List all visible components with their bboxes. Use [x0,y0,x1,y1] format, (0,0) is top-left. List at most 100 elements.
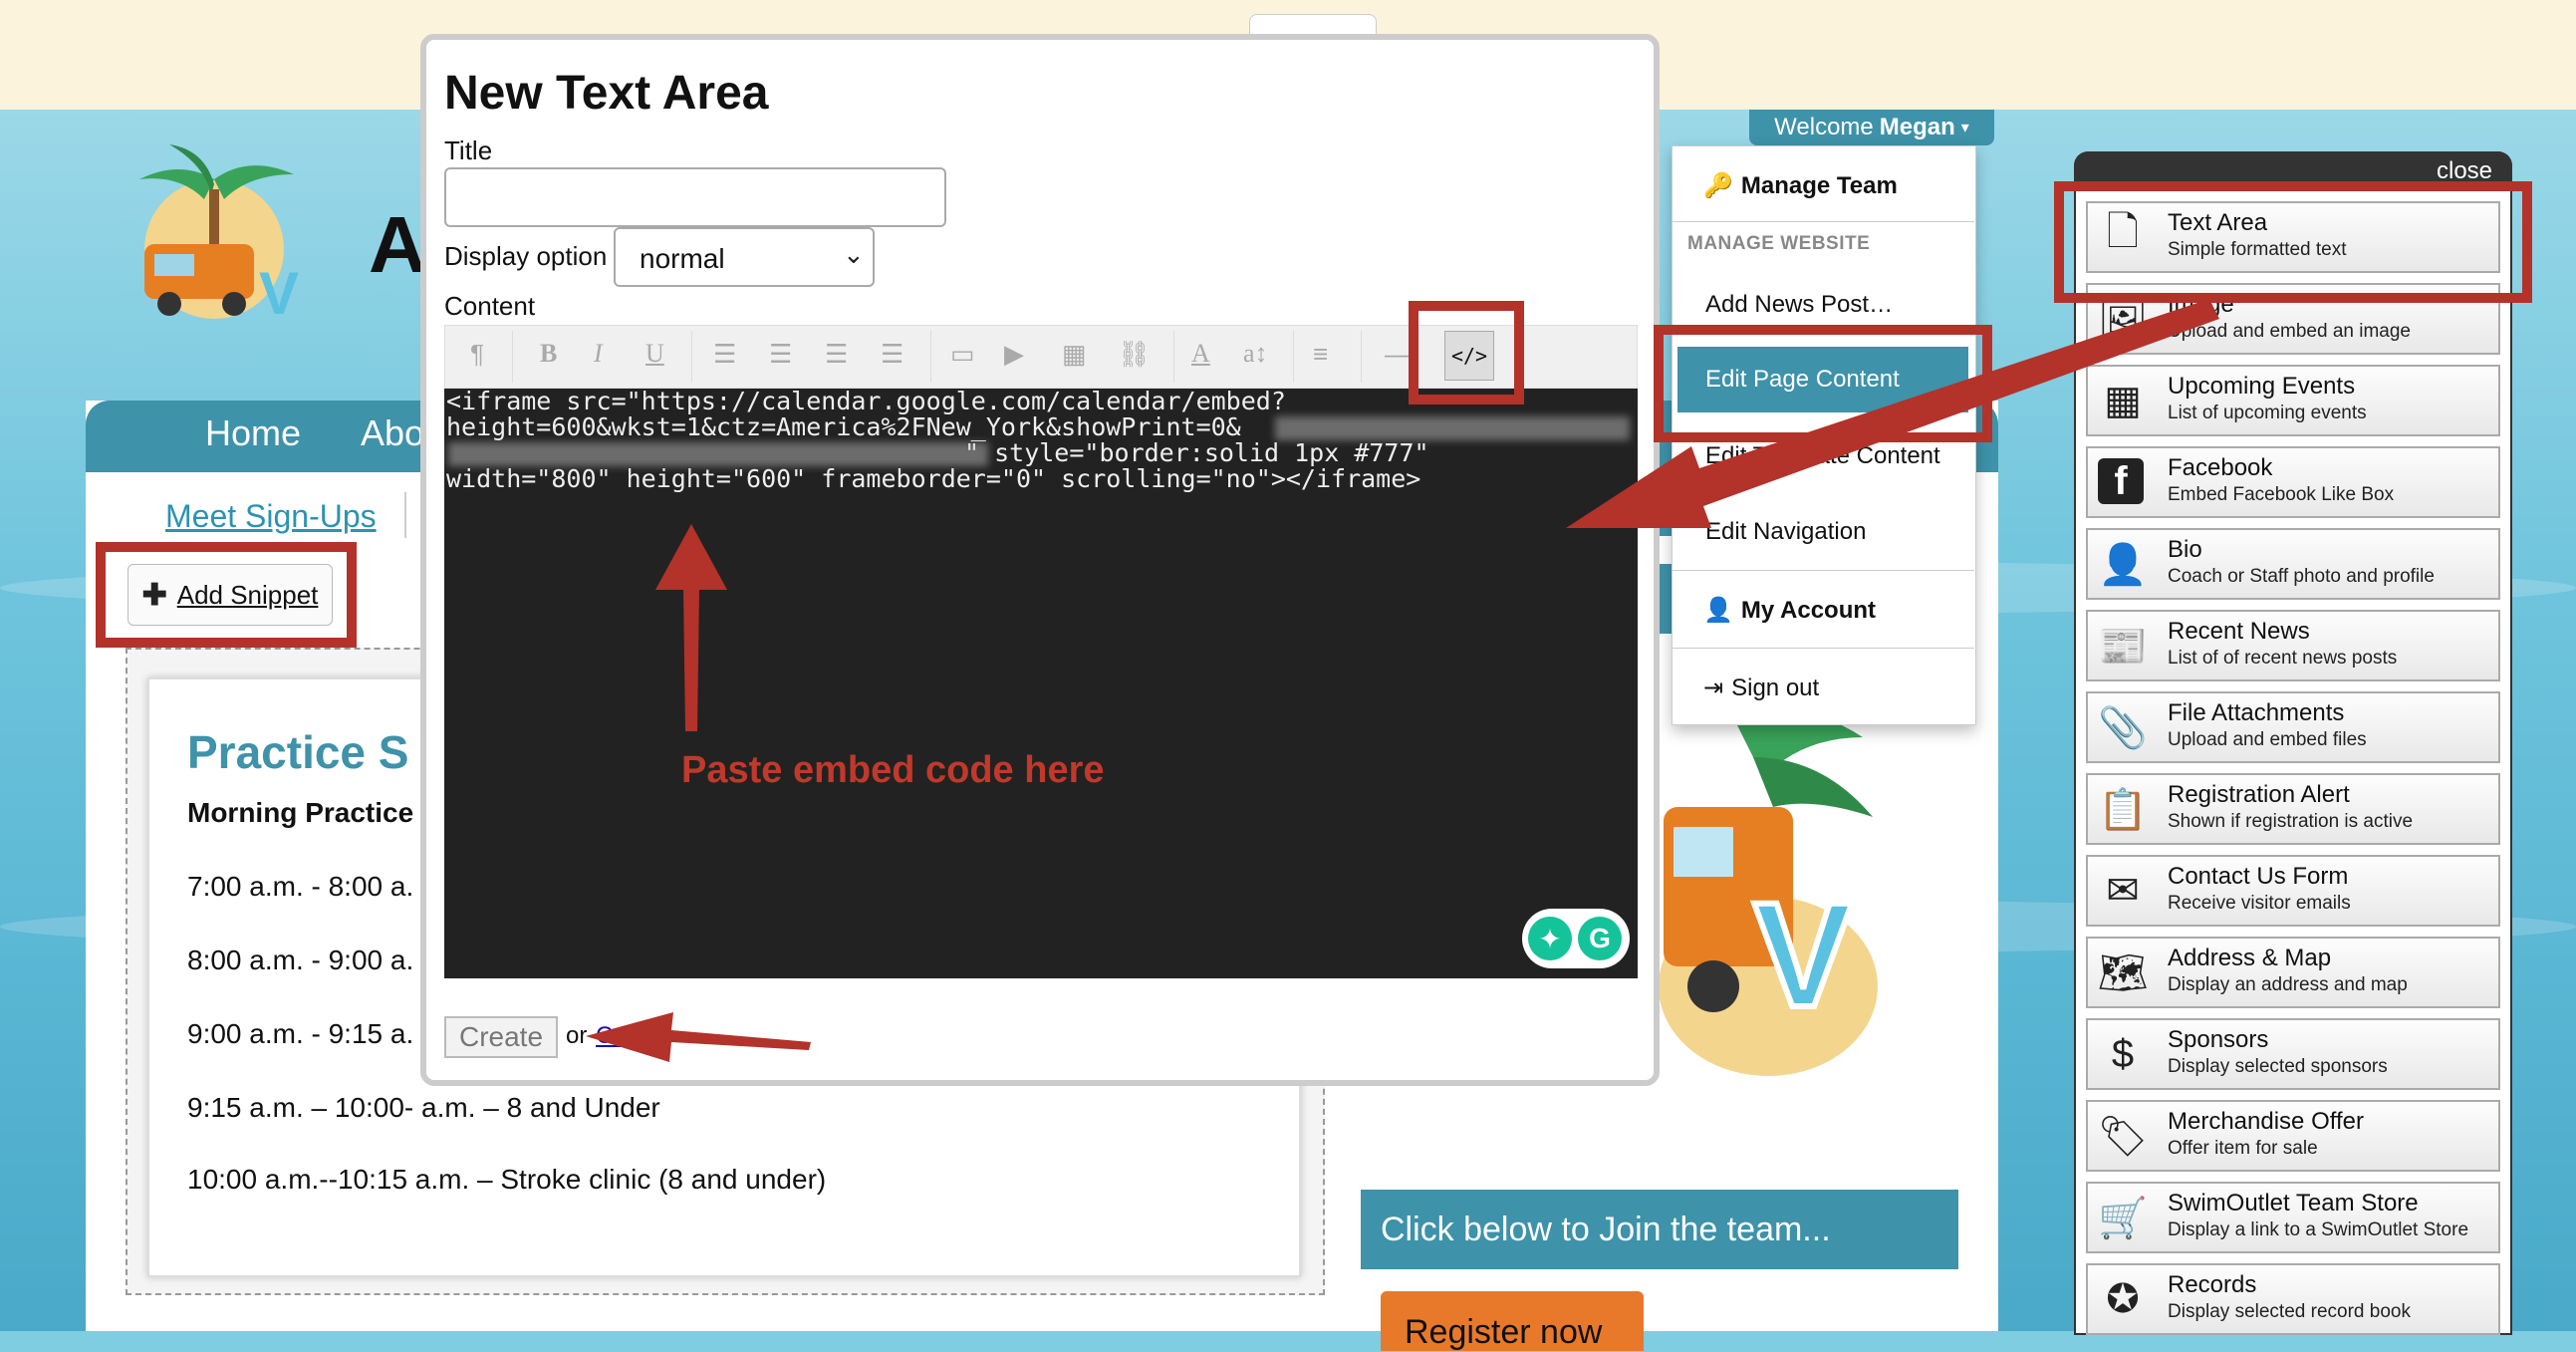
menu-edit-template-content[interactable]: Edit Template Content [1705,442,1940,470]
title-input[interactable] [444,167,946,227]
snippet-title: Merchandise Offer [2168,1108,2364,1135]
snippet-item-facebook[interactable] [2086,446,2500,518]
toolbar-divider [1173,331,1174,383]
display-option-label: Display option [444,241,608,271]
register-now-button[interactable]: Register now [1381,1291,1644,1351]
nav-about[interactable]: Abo [361,412,424,454]
subnav-divider [404,492,406,538]
lightbulb-icon[interactable]: ✦ [1528,917,1572,960]
schedule-line: 9:15 a.m. – 10:00- a.m. – 8 and Under [187,1092,660,1123]
cart-icon: 🛒 [2098,1196,2148,1240]
menu-divider [1672,221,1974,222]
snippet-title: Facebook [2168,454,2273,481]
menu-manage-team[interactable]: 🔑 Manage Team [1703,171,1898,200]
menu-section-header: MANAGE WEBSITE [1687,233,1871,254]
map-icon: 🗺 [2097,950,2149,995]
video-insert-icon[interactable]: ▶ [1004,339,1024,370]
or-text: or [566,1022,588,1049]
redacted-text [1275,416,1630,440]
title-label: Title [444,135,493,165]
bold-icon[interactable]: B [540,339,557,369]
menu-edit-navigation[interactable]: Edit Navigation [1705,518,1866,546]
menu-divider [1672,570,1974,571]
paragraph-icon[interactable]: ¶ [470,339,484,370]
snippet-title: Records [2168,1271,2257,1298]
menu-sign-out-label: Sign out [1731,675,1820,701]
table-insert-icon[interactable]: ▦ [1062,339,1087,370]
annotation-paste-note: Paste embed code here [681,749,1105,791]
join-team-banner: Click below to Join the team... [1361,1190,1958,1269]
user-name: Megan [1879,114,1955,140]
snippet-description: Display an address and map [2168,974,2408,995]
toolbar-divider [930,331,931,383]
snippet-item-sponsors[interactable] [2086,1018,2500,1090]
snippet-description: Display selected sponsors [2168,1056,2388,1077]
site-logo[interactable]: V [120,139,309,329]
menu-add-news-post[interactable]: Add News Post… [1705,291,1893,319]
snippet-title: Contact Us Form [2168,863,2349,890]
sign-out-icon: ⇥ [1703,675,1724,701]
price-tag-icon: 🏷 [2097,1114,2149,1159]
menu-sign-out[interactable]: ⇥ Sign out [1703,674,1819,702]
newspaper-icon: 📰 [2098,624,2148,669]
outdent-icon[interactable]: ☰ [825,339,848,370]
font-color-icon[interactable]: A [1191,339,1210,369]
paperclip-icon: 📎 [2098,705,2148,750]
menu-my-account-label: My Account [1740,597,1877,624]
bullet-list-icon[interactable]: ☰ [713,339,736,370]
toolbar-divider [1293,331,1294,383]
snippet-description: Embed Facebook Like Box [2168,484,2395,505]
font-size-icon[interactable]: a↕ [1243,339,1268,369]
subnav-meet-signups[interactable]: Meet Sign-Ups [165,498,377,535]
italic-icon[interactable]: I [594,339,603,369]
snippet-title: Registration Alert [2168,781,2350,808]
content-label: Content [444,291,536,321]
indent-icon[interactable]: ☰ [881,339,903,370]
user-icon: 👤 [1703,597,1733,624]
site-title: A [369,200,426,289]
snippet-description: Shown if registration is active [2168,811,2414,832]
grammarly-icon[interactable]: G [1578,917,1622,960]
dialog-title: New Text Area [444,67,769,120]
image-insert-icon[interactable]: ▭ [950,339,975,370]
nav-home[interactable]: Home [205,412,301,454]
display-option-select[interactable]: normal [614,227,875,287]
horizontal-rule-icon[interactable]: — [1385,339,1411,370]
create-button[interactable]: Create [444,1016,558,1058]
highlight-box-code-button [1409,301,1524,405]
snippet-description: Upload and embed an image [2168,321,2412,342]
cancel-link[interactable]: Cancel [596,1022,670,1050]
facebook-icon: f [2098,458,2144,504]
snippet-item-bio[interactable] [2086,528,2500,600]
snippet-title: Upcoming Events [2168,373,2356,400]
snippet-title: Recent News [2168,618,2310,645]
highlight-box-text-area [2054,181,2532,303]
menu-my-account[interactable]: 👤 My Account [1703,596,1876,625]
link-icon[interactable]: ⛓ [1118,339,1151,370]
snippet-title: Bio [2168,536,2202,563]
highlight-box-add-snippet [96,542,357,648]
snippet-description: Display a link to a SwimOutlet Store [2168,1219,2469,1240]
align-icon[interactable]: ≡ [1313,339,1328,370]
toolbar-divider [1361,331,1362,383]
caret-down-icon: ▾ [1960,120,1969,136]
svg-text:V: V [1753,871,1853,1038]
toolbar-divider [512,331,513,383]
bio-icon: 👤 [2098,542,2148,587]
welcome-user-toggle[interactable]: Welcome Megan ▾ [1749,110,1994,145]
award-icon: ✪ [2106,1277,2140,1321]
schedule-line: 7:00 a.m. - 8:00 a. [187,871,414,902]
snippet-description: List of upcoming events [2168,403,2367,423]
snippet-item-records[interactable] [2086,1263,2500,1335]
mascot-logo: V [1654,697,1883,1076]
code-line: width="800" height="600" frameborder="0"… [446,464,1421,493]
underline-icon[interactable]: U [645,339,664,369]
schedule-line: 10:00 a.m.--10:15 a.m. – Stroke clinic (… [187,1164,827,1195]
practice-subtitle: Morning Practice [187,797,414,828]
envelope-icon: ✉ [2106,869,2140,913]
snippet-description: Offer item for sale [2168,1138,2318,1159]
welcome-label: Welcome [1774,114,1874,140]
toolbar-divider [691,331,692,383]
snippet-title: Address & Map [2168,945,2332,971]
numbered-list-icon[interactable]: ☰ [769,339,792,370]
